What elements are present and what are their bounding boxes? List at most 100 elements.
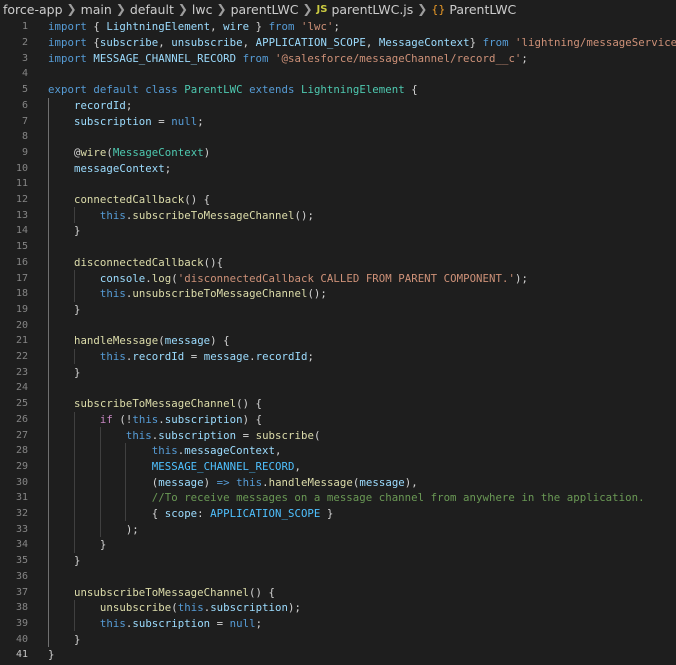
indent-guide	[73, 348, 75, 365]
line-number: 11	[15, 178, 28, 190]
code-line[interactable]: 30 (message) => this.handleMessage(messa…	[0, 474, 676, 490]
code-line[interactable]: 27 this.subscription = subscribe(	[0, 427, 676, 443]
code-token: handleMessage	[268, 475, 353, 489]
code-text: }	[48, 303, 80, 316]
code-line[interactable]: 26 if (!this.subscription) {	[0, 412, 676, 428]
code-line[interactable]: 14 }	[0, 223, 676, 239]
code-token: extends	[249, 83, 301, 97]
javascript-file-icon: JS	[316, 3, 328, 15]
code-token: messageContext	[184, 444, 276, 458]
code-token: 'lwc'	[301, 20, 334, 34]
breadcrumb-item-default[interactable]: default	[130, 2, 174, 17]
code-line[interactable]: 9 @wire(MessageContext)	[0, 145, 676, 161]
code-text: this.unsubscribeToMessageChannel();	[48, 287, 327, 300]
code-line[interactable]: 41}	[0, 647, 676, 663]
code-line[interactable]: 5 export default class ParentLWC extends …	[0, 82, 676, 98]
code-token: APPLICATION_SCOPE	[210, 507, 321, 521]
code-line[interactable]: 11	[0, 176, 676, 192]
code-text: unsubscribeToMessageChannel() {	[48, 586, 275, 599]
line-number: 27	[15, 429, 28, 441]
code-line[interactable]: 18 this.unsubscribeToMessageChannel();	[0, 286, 676, 302]
code-line[interactable]: 31 //To receive messages on a message ch…	[0, 490, 676, 506]
line-number: 37	[15, 586, 28, 598]
code-token: MESSAGE_CHANNEL_RECORD	[151, 459, 295, 473]
code-line[interactable]: 6 recordId;	[0, 98, 676, 114]
code-line[interactable]: 17 console.log('disconnectedCallback CAL…	[0, 270, 676, 286]
code-line[interactable]: 35 }	[0, 553, 676, 569]
code-token: );	[288, 601, 301, 615]
code-line[interactable]: 1 import { LightningElement, wire } from …	[0, 19, 676, 35]
code-line[interactable]: 28 this.messageContext,	[0, 443, 676, 459]
code-token: {	[48, 507, 165, 521]
code-line[interactable]: 29 MESSAGE_CHANNEL_RECORD,	[0, 459, 676, 475]
code-line[interactable]: 8	[0, 129, 676, 145]
breadcrumb-item-parentlwc-class[interactable]: ParentLWC	[449, 2, 516, 17]
code-token: ,	[365, 36, 379, 50]
code-line[interactable]: 2 import {subscribe, unsubscribe, APPLICA…	[0, 35, 676, 51]
code-token: default	[93, 83, 146, 97]
code-line[interactable]: 15	[0, 239, 676, 255]
indent-guide	[73, 270, 75, 302]
code-token: subscribe	[99, 36, 159, 50]
code-token: messageContext	[73, 161, 165, 175]
code-line[interactable]: 25 subscribeToMessageChannel() {	[0, 396, 676, 412]
code-token: ;	[255, 616, 263, 630]
chevron-right-icon: ❯	[115, 2, 126, 16]
line-number: 20	[15, 319, 28, 331]
chevron-right-icon: ❯	[216, 2, 227, 16]
code-line[interactable]: 36	[0, 569, 676, 585]
code-line[interactable]: 22 this.recordId = message.recordId;	[0, 349, 676, 365]
code-text: subscription = null;	[48, 115, 204, 128]
breadcrumb-item-force-app[interactable]: force-app	[3, 2, 63, 17]
code-line[interactable]: 32 { scope: APPLICATION_SCOPE }	[0, 506, 676, 522]
code-text: //To receive messages on a message chann…	[48, 491, 645, 504]
code-token: subscribeToMessageChannel	[132, 208, 295, 222]
code-token: log	[151, 271, 172, 285]
code-text: (message) => this.handleMessage(message)…	[48, 476, 418, 489]
code-line[interactable]: 34 }	[0, 537, 676, 553]
code-line[interactable]: 23 }	[0, 364, 676, 380]
class-symbol-icon: {}	[431, 2, 446, 16]
code-token: disconnectedCallback	[73, 255, 204, 269]
code-line[interactable]: 39 this.subscription = null;	[0, 616, 676, 632]
breadcrumb-item-parentlwc-folder[interactable]: parentLWC	[231, 2, 299, 17]
code-line[interactable]: 24	[0, 380, 676, 396]
breadcrumb-item-main[interactable]: main	[81, 2, 112, 17]
code-line[interactable]: 12 connectedCallback() {	[0, 192, 676, 208]
breadcrumb-item-lwc[interactable]: lwc	[192, 2, 213, 17]
code-line[interactable]: 38 unsubscribe(this.subscription);	[0, 600, 676, 616]
code-token: unsubscribe	[171, 36, 243, 50]
code-line[interactable]: 3 import MESSAGE_CHANNEL_RECORD from '@sa…	[0, 50, 676, 66]
code-line[interactable]: 16 disconnectedCallback(){	[0, 255, 676, 271]
chevron-right-icon: ❯	[66, 2, 77, 16]
code-line[interactable]: 21 handleMessage(message) {	[0, 333, 676, 349]
breadcrumb-item-parentlwc-file[interactable]: parentLWC.js	[331, 2, 413, 17]
code-line[interactable]: 19 }	[0, 302, 676, 318]
code-line[interactable]: 7 subscription = null;	[0, 113, 676, 129]
code-token: unsubscribeToMessageChannel	[132, 287, 308, 301]
code-line[interactable]: 33 );	[0, 521, 676, 537]
code-token: import	[48, 36, 94, 50]
line-number: 10	[15, 162, 28, 174]
code-token: MessageContext	[112, 145, 204, 159]
line-number: 4	[21, 68, 28, 80]
code-line[interactable]: 10 messageContext;	[0, 160, 676, 176]
breadcrumb: force-app ❯ main ❯ default ❯ lwc ❯ paren…	[0, 0, 676, 18]
code-line[interactable]: 40 }	[0, 631, 676, 647]
code-token: }	[48, 365, 81, 379]
line-number: 24	[15, 382, 28, 394]
code-token: }	[48, 302, 81, 316]
code-token: subscription	[210, 601, 289, 615]
code-line[interactable]: 37 unsubscribeToMessageChannel() {	[0, 584, 676, 600]
code-line[interactable]: 4	[0, 66, 676, 82]
code-token: ,	[158, 36, 172, 50]
code-line[interactable]: 20	[0, 317, 676, 333]
code-text: import MESSAGE_CHANNEL_RECORD from '@sal…	[48, 52, 528, 65]
code-line[interactable]: 13 this.subscribeToMessageChannel();	[0, 207, 676, 223]
code-editor[interactable]: 1 import { LightningElement, wire } from …	[0, 19, 676, 665]
code-text: @wire(MessageContext)	[48, 146, 210, 159]
code-text: { scope: APPLICATION_SCOPE }	[48, 507, 334, 521]
code-text: console.log('disconnectedCallback CALLED…	[48, 272, 528, 285]
line-number: 40	[15, 633, 28, 645]
